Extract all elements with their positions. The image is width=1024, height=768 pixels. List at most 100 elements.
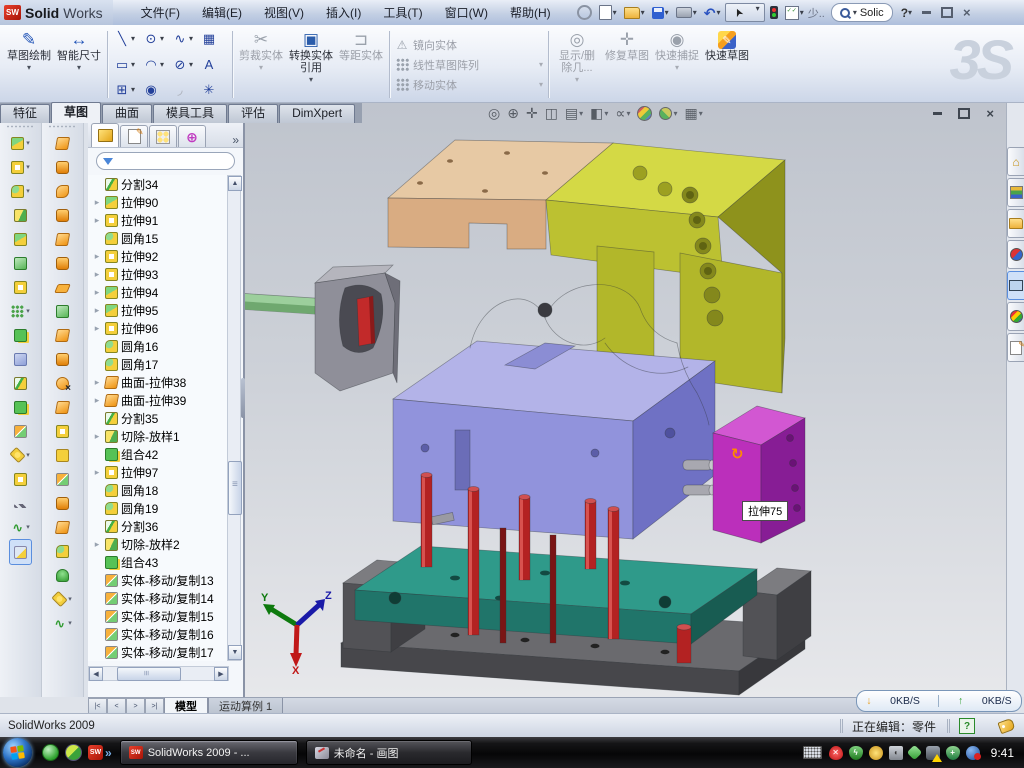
- tree-item-15[interactable]: 组合42: [88, 445, 229, 463]
- model-sprue-part[interactable]: [315, 265, 400, 391]
- repair-button[interactable]: ✛修复草图: [602, 27, 652, 102]
- dropdown-arrow-icon[interactable]: ▾: [673, 110, 677, 118]
- nav-previous-button[interactable]: <: [107, 698, 126, 714]
- dropdown-arrow-icon[interactable]: ▾: [641, 9, 645, 17]
- dropdown-arrow-icon[interactable]: ▾: [160, 35, 164, 43]
- tree-item-21[interactable]: 组合43: [88, 553, 229, 571]
- planar-surface-button[interactable]: [56, 275, 69, 299]
- expand-arrow-icon[interactable]: ▸: [92, 197, 102, 208]
- menu-item-2[interactable]: 视图(V): [254, 1, 314, 24]
- doc-tab-0[interactable]: 模型: [164, 698, 208, 714]
- offset-surface-button[interactable]: [56, 251, 69, 275]
- nav-next-button[interactable]: >: [126, 698, 145, 714]
- tree-item-3[interactable]: 圆角15: [88, 229, 229, 247]
- vertical-scroll-thumb[interactable]: [228, 461, 242, 515]
- menu-item-3[interactable]: 插入(I): [316, 1, 371, 24]
- linear-pattern-button[interactable]: ▾: [11, 299, 30, 323]
- dropdown-arrow-icon[interactable]: ▾: [665, 9, 669, 17]
- menu-item-6[interactable]: 帮助(H): [500, 1, 561, 24]
- convert-button[interactable]: ▣转换实体引用▾: [286, 27, 336, 102]
- antivirus-icon[interactable]: ✕: [829, 746, 843, 760]
- tree-item-6[interactable]: ▸拉伸94: [88, 283, 229, 301]
- arc-tool-button[interactable]: ◠▾: [142, 57, 169, 73]
- dropdown-arrow-icon[interactable]: ▾: [160, 61, 164, 69]
- dropdown-arrow-icon[interactable]: ▾: [26, 164, 30, 171]
- move-copy-body-button[interactable]: [14, 419, 27, 443]
- tree-item-5[interactable]: ▸拉伸93: [88, 265, 229, 283]
- helix-button[interactable]: ∿▾: [53, 611, 72, 635]
- help-dropdown-icon[interactable]: ▾: [908, 9, 912, 17]
- dropdown-arrow-icon[interactable]: ▾: [27, 63, 31, 72]
- extend-surface-button[interactable]: [56, 299, 69, 323]
- nav-last-button[interactable]: >|: [145, 698, 164, 714]
- dropdown-arrow-icon[interactable]: ▾: [693, 9, 697, 17]
- dropdown-arrow-icon[interactable]: ▾: [26, 524, 30, 531]
- messenger-icon[interactable]: [42, 744, 59, 761]
- spline-tool-button[interactable]: ∿▾: [171, 31, 198, 47]
- dropdown-arrow-icon[interactable]: ▾: [579, 110, 583, 118]
- horizontal-scroll-thumb[interactable]: [117, 667, 181, 681]
- delete-body-button[interactable]: [14, 467, 27, 491]
- dropdown-arrow-icon[interactable]: ▾: [259, 63, 263, 72]
- ruled-surface-button[interactable]: [56, 491, 69, 515]
- display-relations-button[interactable]: ◎显示/删除几...▾: [552, 27, 602, 102]
- tree-item-16[interactable]: ▸拉伸97: [88, 463, 229, 481]
- scroll-down-button[interactable]: ▼: [228, 645, 242, 660]
- expand-arrow-icon[interactable]: ▸: [92, 287, 102, 298]
- tree-item-26[interactable]: 实体-移动/复制17: [88, 643, 229, 661]
- graphics-viewport[interactable]: ◎⊕✛◫▤▾◧▾∝▾▾▦▾ × ↻ 拉伸75 Y Z X: [245, 103, 1006, 697]
- certificate-icon[interactable]: [869, 746, 883, 760]
- reference-axis-button[interactable]: [14, 491, 27, 515]
- split-button[interactable]: [14, 371, 27, 395]
- model-pin-cylinder[interactable]: [677, 624, 691, 663]
- keyboard-icon[interactable]: [803, 746, 822, 759]
- menu-item-5[interactable]: 窗口(W): [435, 1, 498, 24]
- magnify-icon[interactable]: ✛: [526, 105, 538, 122]
- dropdown-arrow-icon[interactable]: ▾: [604, 110, 608, 118]
- quick-snaps-button[interactable]: ◉快速捕捉▾: [652, 27, 702, 102]
- quick-tips-icon[interactable]: ?: [959, 718, 975, 734]
- tab-4[interactable]: 评估: [228, 104, 278, 123]
- rib-button[interactable]: [14, 323, 27, 347]
- slot-tool-button[interactable]: ⊞▾: [113, 82, 140, 98]
- print-button[interactable]: ▾: [674, 6, 699, 19]
- tab-configuration-manager[interactable]: [149, 125, 177, 147]
- dropdown-arrow-icon[interactable]: ▾: [26, 188, 30, 195]
- tree-item-1[interactable]: ▸拉伸90: [88, 193, 229, 211]
- tree-horizontal-scrollbar[interactable]: ◀ ▶: [88, 666, 229, 681]
- expand-arrow-icon[interactable]: ▸: [92, 467, 102, 478]
- tree-item-22[interactable]: 实体-移动/复制13: [88, 571, 229, 589]
- options-button[interactable]: ▾: [783, 5, 806, 21]
- tab-1[interactable]: 草图: [51, 102, 101, 123]
- extruded-surface-button[interactable]: [56, 131, 69, 155]
- section-view-icon[interactable]: ◫: [545, 105, 558, 122]
- sketch-button[interactable]: ✎草图绘制▾: [4, 27, 54, 102]
- replace-face-button[interactable]: [56, 395, 69, 419]
- open-button[interactable]: ▾: [622, 6, 647, 20]
- tree-item-11[interactable]: ▸曲面-拉伸38: [88, 373, 229, 391]
- model-core-block[interactable]: [393, 341, 715, 539]
- dropdown-arrow-icon[interactable]: ▾: [716, 9, 720, 17]
- tab-dimxpert-manager[interactable]: ⊕: [178, 125, 206, 147]
- dropdown-arrow-icon[interactable]: ▾: [26, 308, 30, 315]
- expand-arrow-icon[interactable]: ▸: [92, 395, 102, 406]
- taskpane-tab-solidworks-resources[interactable]: ⌂: [1007, 147, 1024, 176]
- scroll-right-button[interactable]: ▶: [214, 667, 228, 681]
- search-dropdown-icon[interactable]: ▾: [853, 9, 857, 17]
- dropdown-arrow-icon[interactable]: ▾: [131, 61, 135, 69]
- launcher-icon[interactable]: [65, 744, 82, 761]
- tree-item-10[interactable]: 圆角17: [88, 355, 229, 373]
- swept-boss-button[interactable]: [14, 203, 27, 227]
- sync-icon[interactable]: [906, 745, 922, 761]
- point-tool-button[interactable]: ✳: [200, 82, 227, 98]
- updater-icon[interactable]: [966, 746, 980, 760]
- tab-5[interactable]: DimXpert: [279, 104, 355, 123]
- help-button[interactable]: ?: [901, 6, 908, 20]
- tree-item-0[interactable]: 分割34: [88, 175, 229, 193]
- dropdown-arrow-icon[interactable]: ▾: [68, 620, 72, 627]
- tab-feature-manager[interactable]: [91, 123, 119, 147]
- dropdown-arrow-icon[interactable]: ▾: [131, 86, 135, 94]
- extruded-boss-button[interactable]: ▾: [11, 131, 30, 155]
- text-tool-button[interactable]: A: [200, 57, 227, 73]
- knit-surface-button[interactable]: [56, 323, 69, 347]
